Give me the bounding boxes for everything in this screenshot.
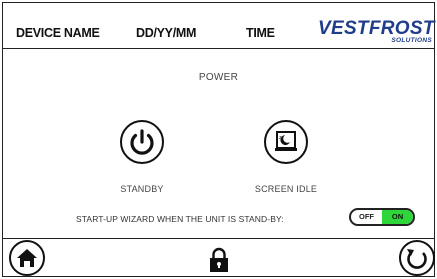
standby-label: STANDBY [120,184,164,194]
header: DEVICE NAME DD/YY/MM TIME VESTFROST SOLU… [0,0,437,48]
screen-idle-label: SCREEN IDLE [254,184,318,194]
wizard-label: START-UP WIZARD WHEN THE UNIT IS STAND-B… [76,214,284,224]
svg-text:z: z [279,135,282,141]
lock-icon [210,247,228,272]
toggle-on-label: ON [382,210,413,224]
home-button[interactable] [9,240,45,276]
lock-button[interactable] [209,247,229,273]
back-icon [407,249,427,269]
screen-idle-icon: z [275,131,297,151]
header-divider [2,48,435,49]
date-display: DD/YY/MM [136,26,197,40]
standby-button[interactable] [120,120,164,164]
home-icon [17,249,37,267]
toggle-off-label: OFF [359,212,374,221]
brand-subtitle: SOLUTIONS [391,37,432,44]
time-display: TIME [246,26,275,40]
page-title: POWER [198,72,239,83]
footer-divider [2,238,435,239]
device-name: DEVICE NAME [16,26,100,40]
screen-idle-button[interactable]: z [264,120,308,164]
back-button[interactable] [399,240,435,276]
wizard-toggle[interactable]: OFF ON [349,208,415,226]
brand-logo: VESTFROST SOLUTIONS [318,18,436,48]
power-icon [130,129,154,155]
